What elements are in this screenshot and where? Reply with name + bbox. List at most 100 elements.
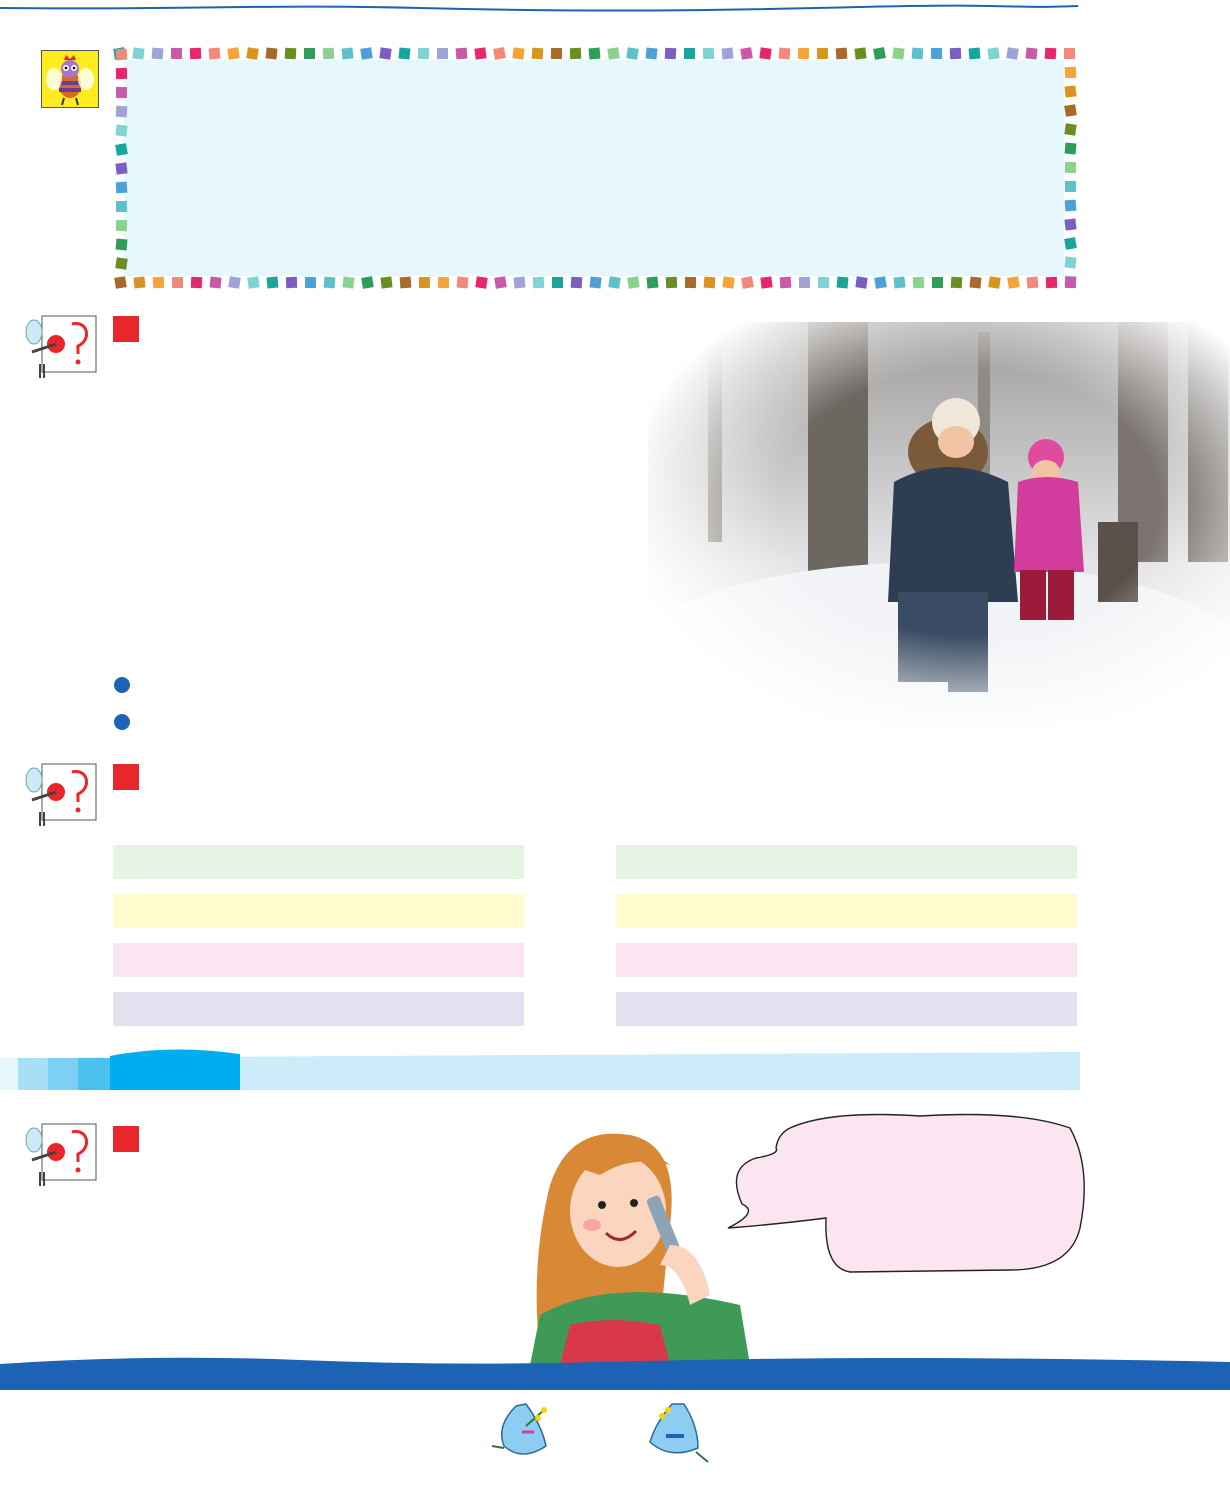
confetti-square — [892, 47, 905, 60]
answer-row-left-4[interactable] — [113, 992, 524, 1026]
answer-row-right-1[interactable] — [616, 845, 1077, 879]
confetti-square — [1064, 256, 1077, 269]
confetti-square — [190, 276, 203, 289]
confetti-square — [189, 47, 202, 60]
confetti-square — [342, 276, 355, 289]
confetti-square — [228, 276, 241, 289]
confetti-square — [968, 47, 981, 60]
top-wavy-line — [0, 4, 1078, 12]
confetti-square — [569, 47, 582, 60]
task-marker-3 — [113, 1126, 139, 1152]
confetti-square — [455, 47, 468, 60]
task-marker-1 — [113, 316, 139, 342]
confetti-square — [684, 48, 695, 59]
confetti-square — [1064, 123, 1077, 136]
mosquito-question-icon — [25, 315, 97, 378]
confetti-square — [152, 276, 165, 289]
confetti-square — [912, 276, 925, 289]
confetti-square — [607, 47, 620, 60]
answer-row-right-2[interactable] — [616, 894, 1077, 928]
bullet-2 — [114, 714, 130, 730]
confetti-square — [987, 47, 1000, 60]
confetti-square — [115, 257, 128, 270]
confetti-square — [115, 238, 128, 251]
confetti-square — [475, 276, 488, 289]
confetti-square — [1006, 47, 1019, 60]
confetti-square — [1064, 199, 1077, 212]
confetti-square — [702, 47, 715, 60]
confetti-square — [304, 276, 317, 289]
confetti-square — [1064, 218, 1077, 231]
confetti-square — [798, 276, 811, 289]
confetti-square — [474, 47, 487, 60]
confetti-square — [854, 47, 867, 60]
confetti-square — [626, 47, 639, 60]
confetti-square — [227, 47, 240, 60]
confetti-square — [247, 276, 260, 289]
confetti-square — [873, 47, 886, 60]
section-divider-band — [0, 1049, 1080, 1090]
confetti-square — [114, 276, 127, 289]
confetti-square — [703, 276, 716, 289]
bluebell-flower-icon — [649, 1403, 709, 1463]
confetti-square — [322, 47, 335, 60]
confetti-square — [285, 276, 298, 289]
confetti-square — [380, 276, 393, 289]
mosquito-question-icon — [25, 763, 97, 826]
confetti-square — [588, 47, 601, 60]
answer-row-left-3[interactable] — [113, 943, 524, 977]
confetti-square — [531, 47, 544, 60]
confetti-square — [172, 277, 183, 288]
confetti-square — [797, 47, 810, 60]
confetti-square — [437, 276, 450, 289]
confetti-square — [816, 47, 829, 60]
bullet-1 — [114, 677, 130, 693]
confetti-square — [950, 276, 963, 289]
confetti-square — [1064, 276, 1077, 289]
confetti-square — [398, 47, 411, 60]
answer-row-left-1[interactable] — [113, 845, 524, 879]
confetti-square — [627, 276, 640, 289]
confetti-square — [304, 48, 315, 59]
rule-box-confetti-border — [113, 47, 1077, 289]
confetti-square — [399, 276, 412, 289]
confetti-square — [418, 276, 431, 289]
confetti-square — [266, 276, 279, 289]
confetti-square — [665, 276, 678, 289]
confetti-square — [1026, 276, 1039, 289]
confetti-square — [1064, 48, 1075, 59]
confetti-square — [722, 276, 735, 289]
confetti-square — [494, 276, 507, 289]
confetti-square — [341, 47, 354, 60]
confetti-square — [817, 276, 830, 289]
winter-forest-children-photo — [648, 322, 1230, 724]
confetti-square — [740, 47, 753, 60]
confetti-square — [1064, 161, 1077, 174]
confetti-square — [1064, 104, 1077, 117]
confetti-square — [589, 276, 602, 289]
confetti-square — [170, 47, 183, 60]
confetti-square — [721, 47, 734, 60]
answer-row-right-4[interactable] — [616, 992, 1077, 1026]
confetti-square — [379, 47, 392, 60]
confetti-square — [417, 47, 430, 60]
confetti-square — [115, 219, 128, 232]
confetti-square — [115, 200, 128, 213]
confetti-square — [436, 47, 449, 60]
speech-bubble — [727, 1113, 1085, 1273]
confetti-square — [1025, 47, 1038, 60]
answer-row-left-2[interactable] — [113, 894, 524, 928]
confetti-square — [552, 277, 563, 288]
girl-on-phone-illustration — [530, 1133, 750, 1365]
confetti-square — [115, 143, 128, 156]
confetti-square — [115, 124, 128, 137]
confetti-square — [265, 47, 278, 60]
confetti-square — [608, 276, 621, 289]
confetti-square — [835, 47, 848, 60]
confetti-square — [911, 47, 924, 60]
confetti-square — [1064, 85, 1077, 98]
confetti-square — [684, 276, 697, 289]
answer-row-right-3[interactable] — [616, 943, 1077, 977]
confetti-square — [115, 48, 128, 61]
confetti-square — [1045, 276, 1058, 289]
